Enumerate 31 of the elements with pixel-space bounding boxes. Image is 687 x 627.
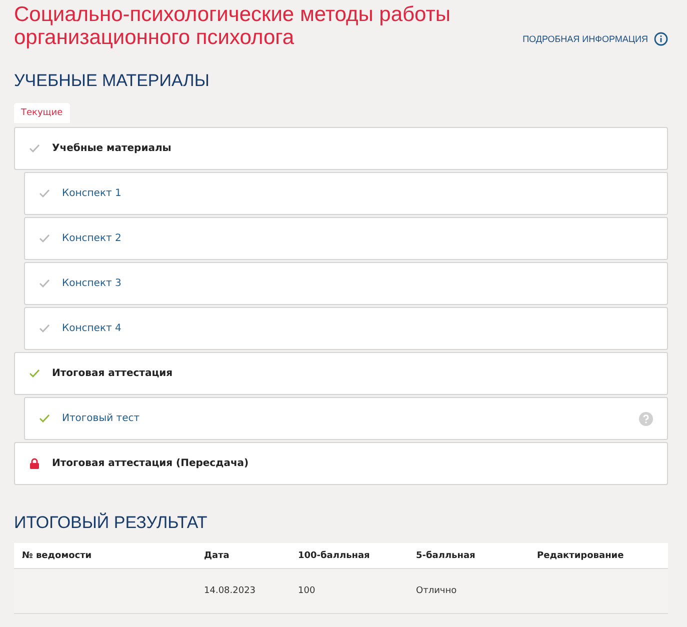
check-icon [39, 234, 50, 243]
course-title: Социально-психологические методы работы организационного психолога [14, 2, 452, 49]
section-heading: ИТОГОВЫЙ РЕЗУЛЬТАТ [14, 513, 208, 533]
column-header: 100-балльная [298, 550, 371, 560]
check-icon [39, 414, 50, 423]
check-icon [39, 279, 50, 288]
check-icon [39, 324, 50, 333]
list-item[interactable]: Учебные материалы [14, 127, 668, 170]
list-item[interactable]: Итоговая аттестация [14, 352, 668, 395]
check-icon [29, 144, 40, 153]
list-item[interactable]: Конспект 2 [24, 217, 668, 260]
section-heading: УЧЕБНЫЕ МАТЕРИАЛЫ [14, 71, 210, 91]
details-link[interactable]: ПОДРОБНАЯ ИНФОРМАЦИЯ [522, 32, 668, 49]
column-header: Дата [204, 550, 230, 560]
column-header: 5-балльная [416, 550, 476, 560]
lock-icon [29, 458, 40, 469]
info-icon [654, 32, 668, 46]
column-header: № ведомости [22, 550, 93, 560]
help-icon[interactable] [639, 412, 653, 426]
table-cell-text: Отлично [416, 586, 458, 596]
table-cell-text: 14.08.2023 [204, 586, 257, 596]
tab[interactable]: Текущие [14, 103, 70, 123]
list-item[interactable]: Итоговая аттестация (Пересдача) [14, 442, 668, 485]
list-item[interactable]: Конспект 3 [24, 262, 668, 305]
list-item[interactable]: Конспект 4 [24, 307, 668, 350]
list-item[interactable]: Итоговый тест [24, 397, 668, 440]
table-cell-text: 100 [298, 586, 316, 596]
list-item[interactable]: Конспект 1 [24, 172, 668, 215]
column-header: Редактирование [537, 550, 625, 560]
check-icon [29, 369, 40, 378]
check-icon [39, 189, 50, 198]
